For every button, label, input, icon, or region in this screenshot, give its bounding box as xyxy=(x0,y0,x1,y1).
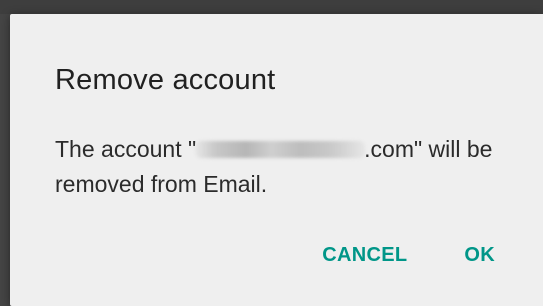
dialog-title: Remove account xyxy=(55,64,276,96)
redacted-email xyxy=(195,141,366,158)
dialog-actions: CANCEL OK xyxy=(322,240,495,270)
message-prefix: The account " xyxy=(55,136,197,162)
remove-account-dialog: Remove account The account " .com" will b… xyxy=(10,14,543,306)
screen: Remove account The account " .com" will b… xyxy=(0,0,543,306)
ok-button[interactable]: OK xyxy=(464,244,495,267)
cancel-button[interactable]: CANCEL xyxy=(322,244,407,267)
dialog-message: The account " .com" will be removed from … xyxy=(55,132,525,202)
background-scrim xyxy=(0,0,543,14)
